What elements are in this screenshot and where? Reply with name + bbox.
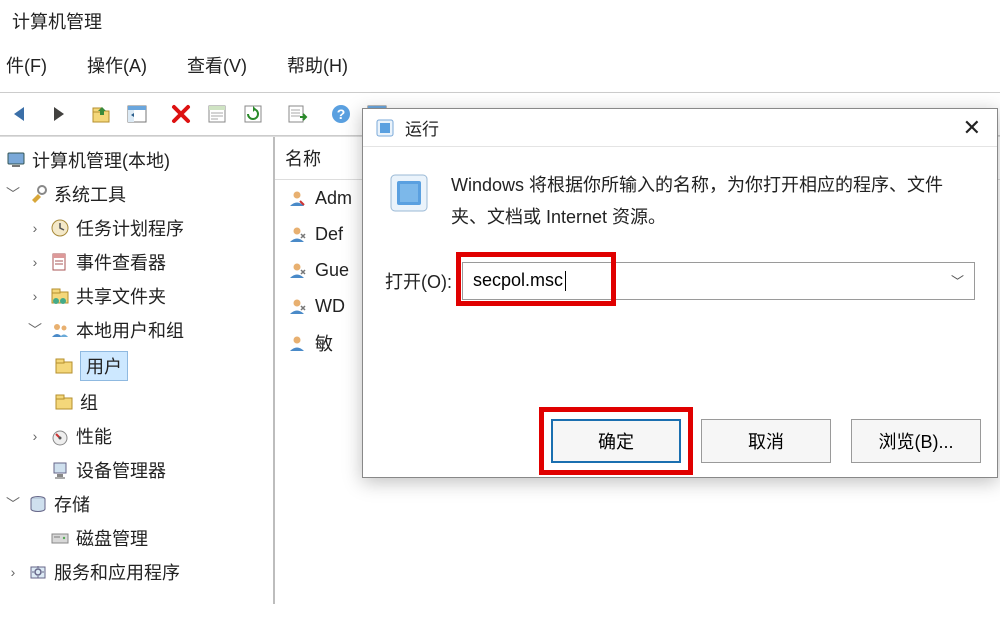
tree-label: 存储 xyxy=(54,491,90,517)
folder-icon xyxy=(52,390,76,414)
tree-pane: 计算机管理(本地) ﹀ 系统工具 › 任务计划程序 › 事件查看器 › xyxy=(0,137,275,604)
tree-label: 任务计划程序 xyxy=(76,215,184,241)
services-icon xyxy=(26,560,50,584)
menu-action[interactable]: 操作(A) xyxy=(81,48,153,82)
tree-label: 用户 xyxy=(80,351,128,381)
tree-task-scheduler[interactable]: › 任务计划程序 xyxy=(4,211,269,245)
user-icon xyxy=(285,186,309,210)
user-icon xyxy=(285,331,309,355)
tree-storage[interactable]: ﹀ 存储 xyxy=(4,487,269,521)
browse-button[interactable]: 浏览(B)... xyxy=(851,419,981,463)
expander-icon[interactable]: ﹀ xyxy=(4,494,22,514)
user-icon xyxy=(285,222,309,246)
run-large-icon xyxy=(385,169,433,217)
text-caret xyxy=(565,271,566,291)
expander-icon[interactable]: › xyxy=(26,428,44,444)
tree-label: 本地用户和组 xyxy=(76,317,184,343)
cancel-button[interactable]: 取消 xyxy=(701,419,831,463)
tree-label: 磁盘管理 xyxy=(76,525,148,551)
device-manager-icon xyxy=(48,458,72,482)
forward-button[interactable] xyxy=(40,97,74,131)
computer-icon xyxy=(4,148,28,172)
run-titlebar: 运行 ✕ xyxy=(363,109,997,147)
run-dialog: 运行 ✕ Windows 将根据你所输入的名称，为你打开相应的程序、文件夹、文档… xyxy=(362,108,998,478)
svg-text:?: ? xyxy=(337,106,346,122)
close-button[interactable]: ✕ xyxy=(957,115,987,141)
disk-icon xyxy=(48,526,72,550)
run-title: 运行 xyxy=(405,115,439,140)
run-button-row: 确定 取消 浏览(B)... xyxy=(551,419,981,463)
tree-label: 服务和应用程序 xyxy=(54,559,180,585)
tree-groups[interactable]: 组 xyxy=(4,385,269,419)
clock-icon xyxy=(48,216,72,240)
tree-label: 组 xyxy=(80,389,98,415)
properties-button[interactable] xyxy=(200,97,234,131)
show-hide-tree-button[interactable] xyxy=(120,97,154,131)
menu-file[interactable]: 件(F) xyxy=(0,48,53,82)
back-button[interactable] xyxy=(4,97,38,131)
tree-label: 系统工具 xyxy=(54,181,126,207)
open-label: 打开(O): xyxy=(385,268,452,294)
expander-icon[interactable]: ﹀ xyxy=(4,184,22,204)
run-description: Windows 将根据你所输入的名称，为你打开相应的程序、文件夹、文档或 Int… xyxy=(451,169,975,234)
tree-label: 设备管理器 xyxy=(76,457,166,483)
list-item-label: WD xyxy=(315,296,345,317)
list-item-label: Def xyxy=(315,224,343,245)
tree-event-viewer[interactable]: › 事件查看器 xyxy=(4,245,269,279)
expander-icon[interactable]: ﹀ xyxy=(26,320,44,340)
expander-icon[interactable]: › xyxy=(26,288,44,304)
open-combobox[interactable]: secpol.msc ﹀ xyxy=(462,262,975,300)
tree-users[interactable]: 用户 xyxy=(4,347,269,385)
expander-icon[interactable]: › xyxy=(26,254,44,270)
run-body: Windows 将根据你所输入的名称，为你打开相应的程序、文件夹、文档或 Int… xyxy=(363,147,997,310)
tree-services-apps[interactable]: › 服务和应用程序 xyxy=(4,555,269,589)
refresh-button[interactable] xyxy=(236,97,270,131)
delete-button[interactable] xyxy=(164,97,198,131)
users-groups-icon xyxy=(48,318,72,342)
up-level-button[interactable] xyxy=(84,97,118,131)
list-item-label: 敏 xyxy=(315,330,333,356)
tree-label: 事件查看器 xyxy=(76,249,166,275)
tree-device-manager[interactable]: 设备管理器 xyxy=(4,453,269,487)
storage-icon xyxy=(26,492,50,516)
expander-icon[interactable]: › xyxy=(4,564,22,580)
menu-view[interactable]: 查看(V) xyxy=(181,48,253,82)
tree-performance[interactable]: › 性能 xyxy=(4,419,269,453)
event-viewer-icon xyxy=(48,250,72,274)
shared-folder-icon xyxy=(48,284,72,308)
tree-shared-folders[interactable]: › 共享文件夹 xyxy=(4,279,269,313)
tools-icon xyxy=(26,182,50,206)
help-button[interactable]: ? xyxy=(324,97,358,131)
list-item-label: Adm xyxy=(315,188,352,209)
menu-help[interactable]: 帮助(H) xyxy=(281,48,354,82)
menubar: 件(F) 操作(A) 查看(V) 帮助(H) xyxy=(0,38,1000,92)
user-icon xyxy=(285,294,309,318)
tree-label: 性能 xyxy=(76,423,112,449)
run-icon xyxy=(373,116,397,140)
chevron-down-icon[interactable]: ﹀ xyxy=(951,271,964,290)
ok-button[interactable]: 确定 xyxy=(551,419,681,463)
window-title: 计算机管理 xyxy=(0,0,1000,38)
expander-icon[interactable]: › xyxy=(26,220,44,236)
export-list-button[interactable] xyxy=(280,97,314,131)
tree-disk-management[interactable]: 磁盘管理 xyxy=(4,521,269,555)
folder-icon xyxy=(52,354,76,378)
user-icon xyxy=(285,258,309,282)
tree-root[interactable]: 计算机管理(本地) xyxy=(4,143,269,177)
performance-icon xyxy=(48,424,72,448)
tree-local-users-groups[interactable]: ﹀ 本地用户和组 xyxy=(4,313,269,347)
open-value: secpol.msc xyxy=(473,270,563,291)
tree-label: 共享文件夹 xyxy=(76,283,166,309)
tree-system-tools[interactable]: ﹀ 系统工具 xyxy=(4,177,269,211)
tree-label: 计算机管理(本地) xyxy=(32,147,170,173)
list-item-label: Gue xyxy=(315,260,349,281)
